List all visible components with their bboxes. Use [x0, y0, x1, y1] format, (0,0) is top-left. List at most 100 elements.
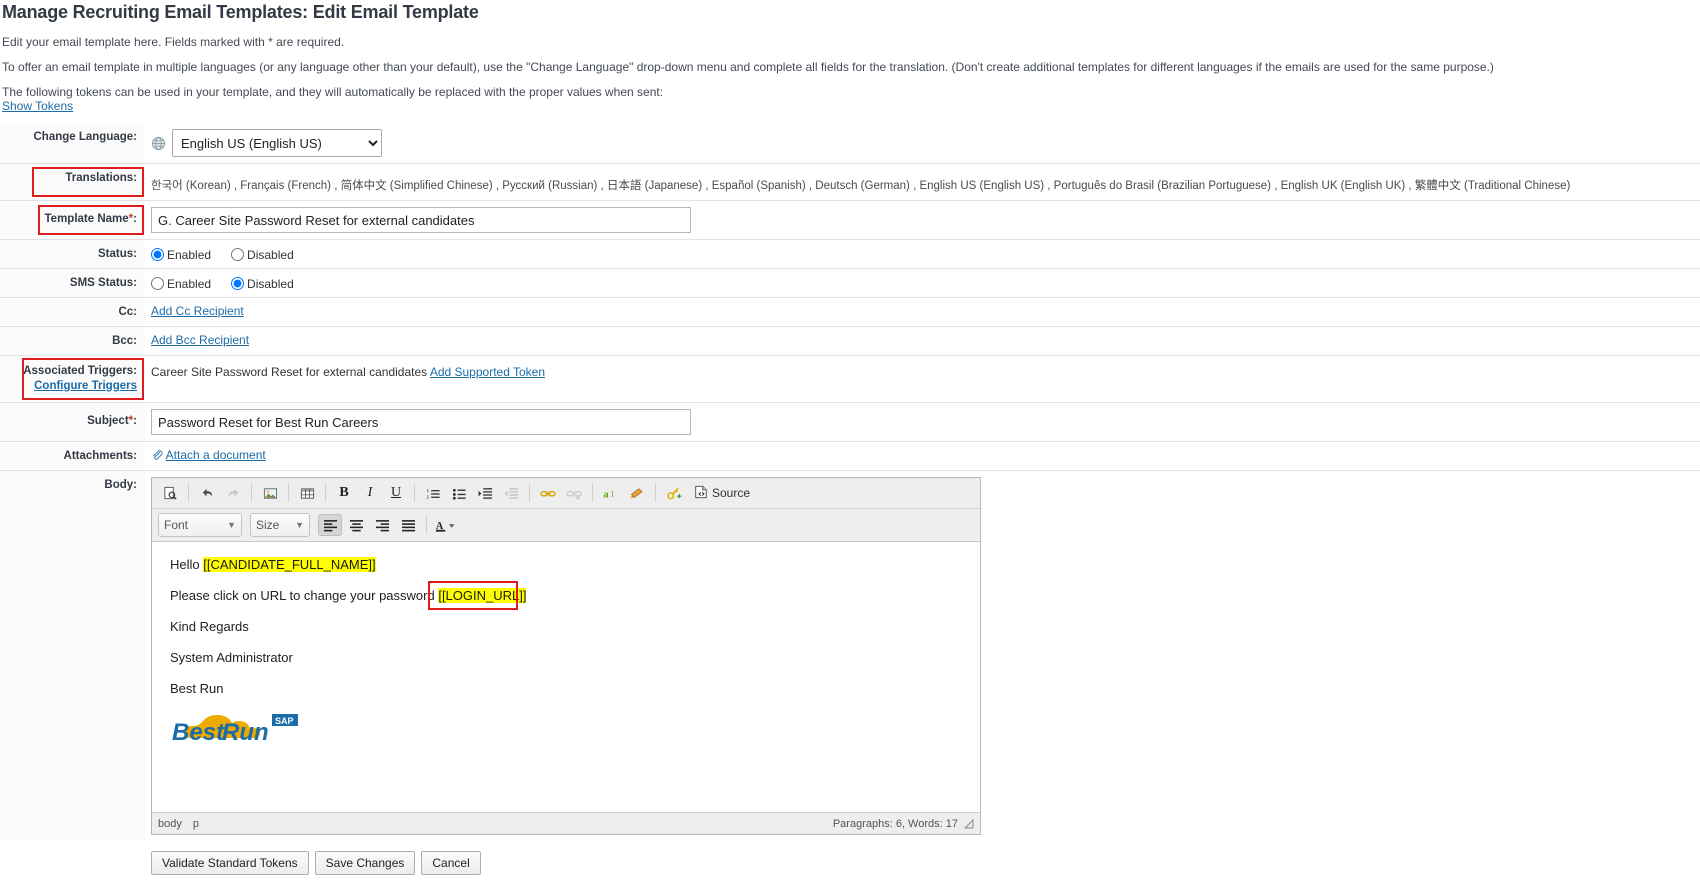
- editor-toolbar-row-2: Font ▼ Size ▼ A: [152, 509, 980, 542]
- label-subject-cell: Subject*:: [0, 402, 145, 442]
- status-enabled-radio[interactable]: [151, 248, 164, 261]
- row-bcc: Bcc: Add Bcc Recipient: [0, 326, 1700, 356]
- status-right: Paragraphs: 6, Words: 17: [833, 818, 974, 830]
- svg-text:Best: Best: [172, 719, 225, 746]
- row-associated-triggers: Associated Triggers: Configure Triggers …: [0, 355, 1700, 403]
- status-disabled-radio[interactable]: [231, 248, 245, 261]
- svg-text:SAP: SAP: [275, 716, 294, 726]
- label-body: Body:: [0, 470, 145, 841]
- label-associated-triggers: Associated Triggers:: [23, 365, 137, 377]
- numbered-list-icon[interactable]: 1 2: [421, 482, 445, 504]
- sms-disabled-radio[interactable]: [231, 277, 245, 290]
- svg-text:a: a: [604, 489, 609, 500]
- paste-from-word-icon[interactable]: [625, 482, 649, 504]
- cell-cc: Add Cc Recipient: [145, 298, 1700, 327]
- paragraph-text: Please click on URL to change your passw…: [170, 588, 439, 603]
- validate-standard-tokens-button[interactable]: Validate Standard Tokens: [151, 851, 309, 875]
- template-name-input[interactable]: [151, 207, 691, 233]
- align-justify-icon[interactable]: [396, 514, 420, 536]
- add-supported-token-link[interactable]: Add Supported Token: [430, 365, 545, 379]
- intro-paragraph-3: The following tokens can be used in your…: [2, 85, 664, 99]
- status-disabled-option[interactable]: Disabled: [231, 248, 294, 262]
- row-translations: Translations: 한국어 (Korean) , Français (F…: [0, 163, 1700, 201]
- sms-disabled-option[interactable]: Disabled: [231, 277, 294, 291]
- editor-content-area[interactable]: Hello [[CANDIDATE_FULL_NAME]] Please cli…: [152, 542, 980, 812]
- status-enabled-option[interactable]: Enabled: [151, 248, 211, 262]
- bulleted-list-icon[interactable]: [447, 482, 471, 504]
- toolbar-separator: [655, 484, 656, 502]
- add-cc-recipient-link[interactable]: Add Cc Recipient: [151, 304, 244, 318]
- bold-icon[interactable]: B: [332, 482, 356, 504]
- chevron-down-icon: ▼: [227, 520, 236, 530]
- unlink-icon[interactable]: [562, 482, 586, 504]
- decrease-indent-icon[interactable]: [499, 482, 523, 504]
- italic-icon[interactable]: I: [358, 482, 382, 504]
- status-disabled-label: Disabled: [247, 248, 294, 262]
- increase-indent-icon[interactable]: [473, 482, 497, 504]
- label-bcc: Bcc:: [0, 326, 145, 356]
- text-color-icon[interactable]: A: [433, 514, 463, 536]
- subject-input[interactable]: [151, 409, 691, 435]
- cell-sms-status: Enabled Disabled: [145, 269, 1700, 298]
- attach-document-link[interactable]: Attach a document: [166, 448, 266, 462]
- svg-text:1: 1: [426, 488, 429, 493]
- label-status: Status:: [0, 239, 145, 269]
- align-left-icon[interactable]: [318, 514, 342, 536]
- editor-status-bar: body p Paragraphs: 6, Words: 17: [152, 812, 980, 834]
- cell-translations: 한국어 (Korean) , Français (French) , 简体中文 …: [145, 164, 1700, 201]
- underline-icon[interactable]: U: [384, 482, 408, 504]
- save-changes-button[interactable]: Save Changes: [314, 851, 416, 875]
- spellcheck-icon[interactable]: a 1: [599, 482, 623, 504]
- row-change-language: Change Language: English US (English US): [0, 123, 1700, 164]
- redo-icon[interactable]: [221, 482, 245, 504]
- cell-subject: [145, 403, 1700, 442]
- show-tokens-link[interactable]: Show Tokens: [2, 99, 73, 113]
- editor-toolbar-row-1: B I U 1 2 a 1 Source: [152, 478, 980, 509]
- image-icon[interactable]: [258, 482, 282, 504]
- element-path-p[interactable]: p: [193, 818, 199, 830]
- row-template-name: Template Name*:: [0, 200, 1700, 240]
- label-template-name-cell: Template Name*:: [0, 200, 145, 240]
- label-change-language: Change Language:: [0, 123, 145, 164]
- resize-grip-icon[interactable]: [963, 818, 974, 829]
- configure-triggers-link[interactable]: Configure Triggers: [34, 380, 137, 392]
- link-icon[interactable]: [536, 482, 560, 504]
- source-label: Source: [712, 486, 751, 500]
- element-path-body[interactable]: body: [158, 818, 182, 830]
- label-translations-cell: Translations:: [0, 163, 145, 201]
- element-path: body p: [158, 818, 207, 830]
- font-family-dropdown[interactable]: Font ▼: [158, 513, 242, 537]
- toolbar-separator: [188, 484, 189, 502]
- label-colon-subject: :: [133, 415, 137, 427]
- cell-attachments: Attach a document: [145, 442, 1700, 471]
- insert-token-icon[interactable]: [662, 482, 686, 504]
- cell-status: Enabled Disabled: [145, 240, 1700, 269]
- font-family-label: Font: [164, 518, 189, 532]
- paragraph-text: Hello: [170, 557, 204, 572]
- best-run-logo: Best Run SAP: [170, 712, 370, 752]
- svg-text:1: 1: [610, 488, 614, 498]
- label-attachments: Attachments:: [0, 441, 145, 471]
- toolbar-separator: [251, 484, 252, 502]
- font-size-dropdown[interactable]: Size ▼: [250, 513, 310, 537]
- cancel-button[interactable]: Cancel: [421, 851, 481, 875]
- row-sms-status: SMS Status: Enabled Disabled: [0, 268, 1700, 298]
- source-button[interactable]: Source: [688, 482, 756, 504]
- form-action-buttons: Validate Standard Tokens Save Changes Ca…: [0, 841, 1700, 875]
- toolbar-separator: [414, 484, 415, 502]
- paperclip-icon: [151, 449, 163, 461]
- page-root: Manage Recruiting Email Templates: Edit …: [0, 0, 1700, 875]
- align-center-icon[interactable]: [344, 514, 368, 536]
- add-bcc-recipient-link[interactable]: Add Bcc Recipient: [151, 333, 249, 347]
- sms-enabled-radio[interactable]: [151, 277, 164, 290]
- table-icon[interactable]: [295, 482, 319, 504]
- align-right-icon[interactable]: [370, 514, 394, 536]
- word-count: Paragraphs: 6, Words: 17: [832, 817, 958, 830]
- label-associated-triggers-cell: Associated Triggers: Configure Triggers: [0, 355, 145, 403]
- intro-text-block: Edit your email template here. Fields ma…: [0, 35, 1700, 123]
- undo-icon[interactable]: [195, 482, 219, 504]
- sms-enabled-option[interactable]: Enabled: [151, 277, 211, 291]
- intro-paragraph-1: Edit your email template here. Fields ma…: [2, 35, 345, 49]
- preview-icon[interactable]: [158, 482, 182, 504]
- change-language-select[interactable]: English US (English US): [172, 129, 382, 157]
